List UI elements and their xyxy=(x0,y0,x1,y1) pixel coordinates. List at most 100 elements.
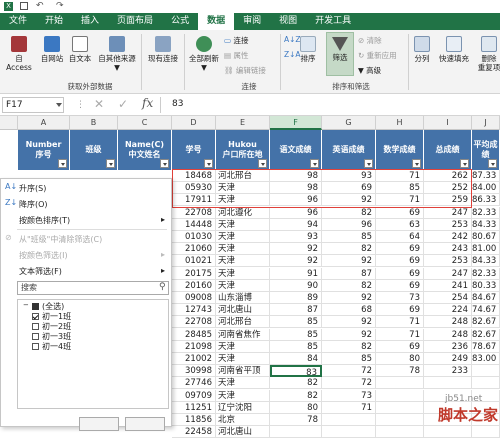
table-cell[interactable]: 82 xyxy=(322,206,376,219)
table-cell[interactable]: 71 xyxy=(376,316,424,329)
table-cell[interactable]: 82.67 xyxy=(472,328,500,341)
cancel-icon[interactable]: ✕ xyxy=(94,97,104,111)
select-all-checkbox[interactable] xyxy=(32,303,39,310)
menu-sort-by-color[interactable]: 按颜色排序(T) xyxy=(19,215,70,226)
table-cell[interactable] xyxy=(472,426,500,438)
column-header-d[interactable]: D xyxy=(172,116,216,130)
table-cell[interactable]: 河北遵化 xyxy=(216,206,270,219)
table-cell[interactable]: 87 xyxy=(270,304,322,317)
table-cell[interactable]: 247 xyxy=(424,206,472,219)
filter-dropdown-icon[interactable] xyxy=(58,159,67,168)
table-cell[interactable]: 天津 xyxy=(216,231,270,243)
menu-sort-descending[interactable]: 降序(O) xyxy=(19,199,48,210)
table-cell[interactable]: 81.00 xyxy=(472,243,500,256)
table-cell[interactable]: 22458 xyxy=(172,426,216,438)
table-cell[interactable]: 72 xyxy=(322,377,376,390)
tab-view[interactable]: 视图 xyxy=(270,13,306,30)
table-cell[interactable]: 96 xyxy=(322,218,376,231)
table-cell[interactable]: 21002 xyxy=(172,353,216,365)
table-cell[interactable]: 247 xyxy=(424,267,472,280)
table-cell[interactable]: 天津 xyxy=(216,353,270,365)
select-all-corner[interactable] xyxy=(0,116,18,130)
table-cell[interactable]: 82.33 xyxy=(472,267,500,280)
filter-search-input[interactable]: 搜索 xyxy=(17,281,169,295)
column-header-c[interactable]: C xyxy=(118,116,172,130)
menu-sort-ascending[interactable]: 升序(S) xyxy=(19,183,46,194)
table-cell[interactable]: 73 xyxy=(322,389,376,402)
table-cell[interactable]: 78 xyxy=(270,414,322,426)
tab-formulas[interactable]: 公式 xyxy=(162,13,198,30)
table-cell[interactable]: 12743 xyxy=(172,304,216,317)
table-cell[interactable]: 28485 xyxy=(172,328,216,341)
table-cell[interactable]: 69 xyxy=(376,255,424,268)
table-cell[interactable]: 84.67 xyxy=(472,292,500,304)
table-cell[interactable]: 233 xyxy=(424,365,472,378)
filter-dropdown-icon[interactable] xyxy=(488,159,497,168)
table-cell[interactable]: 69 xyxy=(376,243,424,256)
reapply-button[interactable]: ↻ 重新应用 xyxy=(358,50,397,61)
table-cell[interactable]: 249 xyxy=(424,353,472,365)
table-cell[interactable]: 天津 xyxy=(216,218,270,231)
table-cell[interactable]: 09008 xyxy=(172,292,216,304)
table-cell[interactable]: 92 xyxy=(270,243,322,256)
name-box-dropdown-icon[interactable] xyxy=(56,103,62,107)
table-cell[interactable]: 21098 xyxy=(172,340,216,353)
tab-page-layout[interactable]: 页面布局 xyxy=(108,13,162,30)
table-cell[interactable]: 天津 xyxy=(216,377,270,390)
table-cell[interactable]: 09709 xyxy=(172,389,216,402)
class-2-checkbox[interactable] xyxy=(32,323,39,330)
table-cell[interactable]: 80 xyxy=(270,401,322,414)
table-cell[interactable]: 82 xyxy=(322,243,376,256)
table-cell[interactable]: 92 xyxy=(322,316,376,329)
table-cell[interactable]: 78 xyxy=(376,365,424,378)
table-cell[interactable] xyxy=(270,426,322,438)
class-3-checkbox[interactable] xyxy=(32,333,39,340)
column-header-j[interactable]: J xyxy=(472,116,500,130)
table-cell[interactable]: 236 xyxy=(424,340,472,353)
table-cell[interactable]: 82.67 xyxy=(472,316,500,329)
filter-dropdown-icon[interactable] xyxy=(412,159,421,168)
table-cell[interactable]: 78.67 xyxy=(472,340,500,353)
column-header-e[interactable]: E xyxy=(216,116,270,130)
table-cell[interactable]: 84.00 xyxy=(472,182,500,195)
column-header-b[interactable]: B xyxy=(70,116,118,130)
filter-dropdown-icon[interactable] xyxy=(460,159,469,168)
table-cell[interactable]: 天津 xyxy=(216,255,270,268)
table-cell[interactable]: 82 xyxy=(270,389,322,402)
filter-dropdown-icon[interactable] xyxy=(204,159,213,168)
undo-icon[interactable]: ↶ xyxy=(36,1,44,11)
table-cell[interactable]: 天津 xyxy=(216,340,270,353)
table-cell[interactable]: 243 xyxy=(424,243,472,256)
table-cell[interactable]: 85 xyxy=(322,231,376,243)
table-cell[interactable]: 河南省焦作 xyxy=(216,328,270,341)
table-cell[interactable] xyxy=(322,426,376,438)
table-cell[interactable]: 天津 xyxy=(216,279,270,292)
filter-dropdown-icon[interactable] xyxy=(364,159,373,168)
table-cell[interactable]: 30998 xyxy=(172,365,216,378)
table-cell[interactable]: 87 xyxy=(322,267,376,280)
properties-button[interactable]: ▤ 属性 xyxy=(224,50,248,61)
table-cell[interactable]: 94 xyxy=(270,218,322,231)
table-cell[interactable]: 天津 xyxy=(216,243,270,256)
table-cell[interactable] xyxy=(424,377,472,390)
edit-links-button[interactable]: ⛓ 编辑链接 xyxy=(224,65,266,76)
table-cell[interactable]: 253 xyxy=(424,255,472,268)
table-cell[interactable]: 68 xyxy=(322,304,376,317)
sort-button[interactable]: 排序 xyxy=(296,36,320,63)
table-cell[interactable]: 85 xyxy=(270,328,322,341)
filter-dropdown-icon[interactable] xyxy=(106,159,115,168)
table-cell[interactable]: 254 xyxy=(424,292,472,304)
tab-developer[interactable]: 开发工具 xyxy=(306,13,360,30)
from-other-sources-button[interactable]: 自其他来源 ▼ xyxy=(95,36,139,72)
column-header-i[interactable]: I xyxy=(424,116,472,130)
table-cell[interactable]: 74.67 xyxy=(472,304,500,317)
table-cell[interactable]: 87.33 xyxy=(472,170,500,182)
table-cell[interactable]: 20175 xyxy=(172,267,216,280)
filter-dropdown-icon[interactable] xyxy=(258,159,267,168)
table-cell[interactable] xyxy=(424,426,472,438)
filter-dropdown-icon[interactable] xyxy=(310,159,319,168)
table-cell[interactable]: 80 xyxy=(376,353,424,365)
from-access-button[interactable]: 自 Access xyxy=(2,36,36,72)
filter-dropdown-icon[interactable] xyxy=(160,159,169,168)
table-cell[interactable]: 96 xyxy=(270,206,322,219)
